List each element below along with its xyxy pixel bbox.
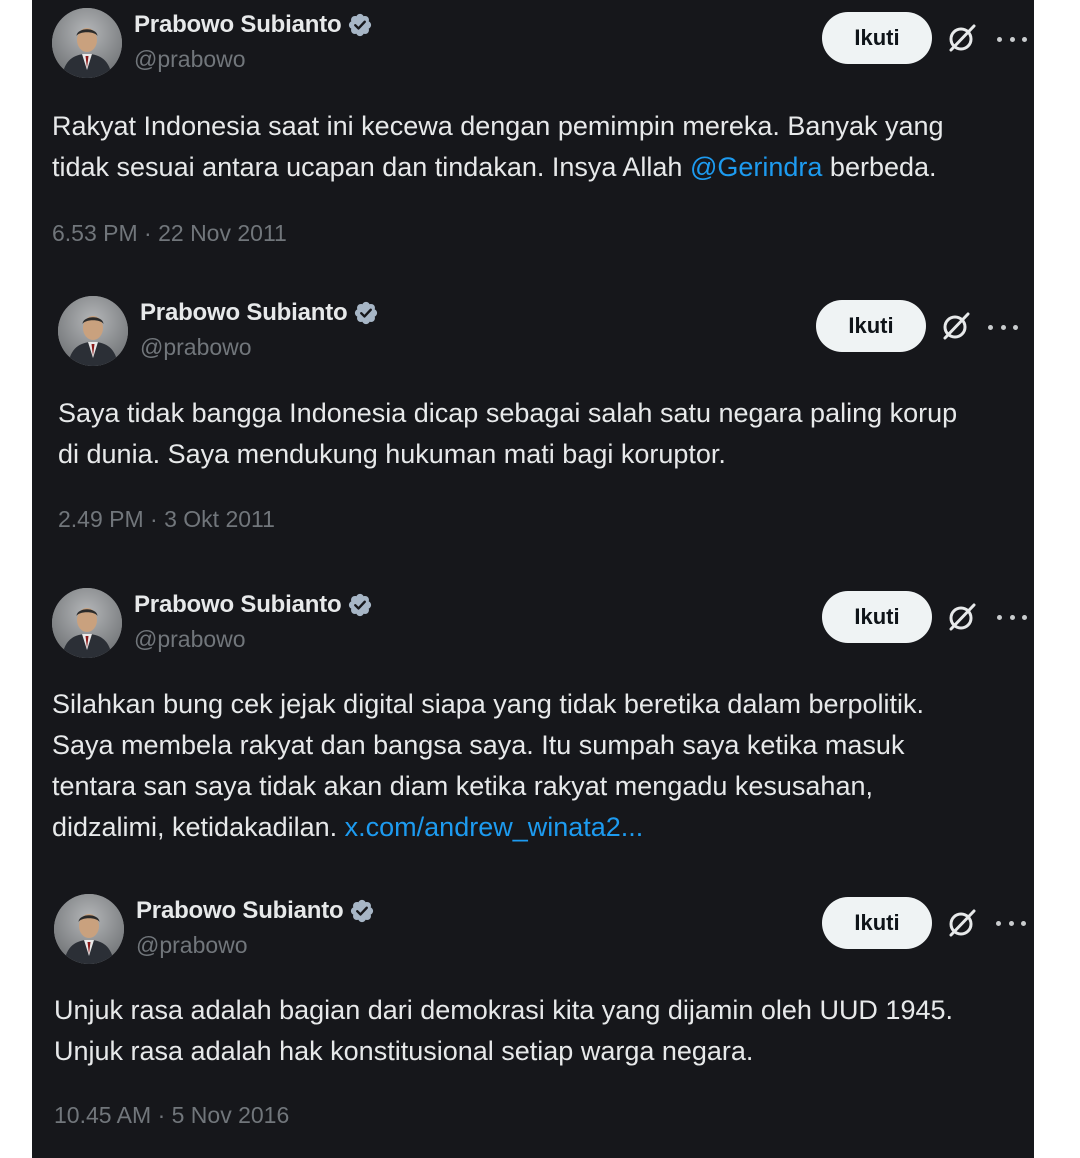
verified-badge-icon [347,12,373,38]
text-line: Saya tidak bangga Indonesia dicap sebaga… [58,398,958,428]
author-handle[interactable]: @prabowo [134,626,246,653]
verified-badge-icon [353,300,379,326]
tweet-2[interactable]: Prabowo Subianto @prabowo Ikuti Saya tid… [58,296,1032,546]
author-handle[interactable]: @prabowo [136,932,248,959]
avatar[interactable] [52,8,122,78]
author-handle[interactable]: @prabowo [134,46,246,73]
mention-link[interactable]: @Gerindra [690,152,822,182]
tweet-4[interactable]: Prabowo Subianto @prabowo Ikuti Unjuk ra… [54,894,1032,1144]
verified-badge-icon [349,898,375,924]
text-line: di dunia. Saya mendukung hukuman mati ba… [58,439,726,469]
tweet-text: Rakyat Indonesia saat ini kecewa dengan … [52,106,944,188]
text-line: tidak sesuai antara ucapan dan tindakan.… [52,152,937,182]
tweet-timestamp[interactable]: 2.49 PM · 3 Okt 2011 [58,506,275,533]
tweet-text: Silahkan bung cek jejak digital siapa ya… [52,684,924,848]
tweet-text: Unjuk rasa adalah bagian dari demokrasi … [54,990,953,1072]
tweet-timestamp[interactable]: 10.45 AM · 5 Nov 2016 [54,1102,289,1129]
timeline-panel: Prabowo Subianto @prabowo Ikuti Rakyat I… [32,0,1034,1158]
text-line: tentara san saya tidak akan diam ketika … [52,771,873,801]
follow-button[interactable]: Ikuti [822,897,932,949]
more-options-icon[interactable] [997,34,1027,44]
author-row: Prabowo Subianto [140,298,379,328]
author-row: Prabowo Subianto [136,896,375,926]
author-display-name[interactable]: Prabowo Subianto [134,11,342,39]
grok-icon[interactable] [940,310,972,342]
tweet-3[interactable]: Prabowo Subianto @prabowo Ikuti Silahkan… [52,588,1032,858]
follow-button[interactable]: Ikuti [816,300,926,352]
grok-icon[interactable] [946,907,978,939]
more-options-icon[interactable] [988,322,1018,332]
follow-button[interactable]: Ikuti [822,591,932,643]
more-options-icon[interactable] [997,612,1027,622]
text-line: Rakyat Indonesia saat ini kecewa dengan … [52,111,944,141]
verified-badge-icon [347,592,373,618]
follow-button[interactable]: Ikuti [822,12,932,64]
author-display-name[interactable]: Prabowo Subianto [140,299,348,327]
tweet-text: Saya tidak bangga Indonesia dicap sebaga… [58,393,957,475]
text-line: Unjuk rasa adalah bagian dari demokrasi … [54,995,954,1025]
text-line: didzalimi, ketidakadilan. x.com/andrew_w… [52,812,644,842]
text-line: Silahkan bung cek jejak digital siapa ya… [52,689,925,719]
avatar[interactable] [54,894,124,964]
author-row: Prabowo Subianto [134,590,373,620]
author-display-name[interactable]: Prabowo Subianto [136,897,344,925]
grok-icon[interactable] [946,22,978,54]
more-options-icon[interactable] [996,918,1026,928]
author-row: Prabowo Subianto [134,10,373,40]
avatar[interactable] [52,588,122,658]
avatar[interactable] [58,296,128,366]
tweet-1[interactable]: Prabowo Subianto @prabowo Ikuti Rakyat I… [52,8,1032,268]
tweet-timestamp[interactable]: 6.53 PM · 22 Nov 2011 [52,220,287,247]
url-link[interactable]: x.com/andrew_winata2... [345,812,644,842]
text-line: Saya membela rakyat dan bangsa saya. Itu… [52,730,905,760]
author-display-name[interactable]: Prabowo Subianto [134,591,342,619]
text-line: Unjuk rasa adalah hak konstitusional set… [54,1036,754,1066]
grok-icon[interactable] [946,601,978,633]
author-handle[interactable]: @prabowo [140,334,252,361]
